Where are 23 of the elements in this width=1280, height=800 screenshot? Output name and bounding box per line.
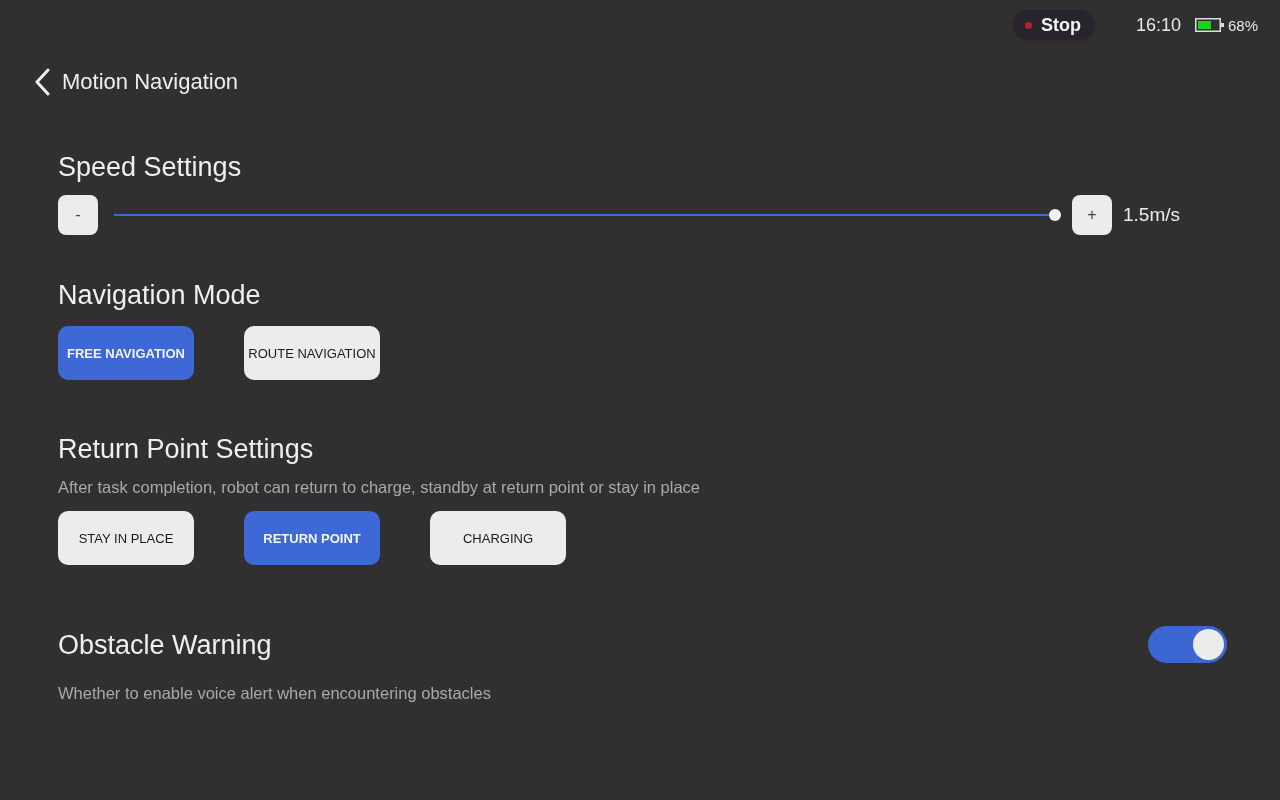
section-heading: Speed Settings [58, 151, 242, 183]
battery-icon [1194, 18, 1224, 32]
dot-icon [1024, 21, 1032, 29]
slider-thumb[interactable] [1048, 209, 1061, 221]
return-option-button[interactable]: CHARGING [430, 511, 566, 565]
speed-reading: 1.5m/s [1122, 204, 1180, 226]
back-chevron-icon[interactable] [34, 68, 50, 96]
page-title: Motion Navigation [62, 69, 239, 95]
section-heading: Navigation Mode [58, 279, 261, 311]
mode-option-button[interactable]: ROUTE NAVIGATION [244, 326, 380, 380]
battery-percent: 68% [1227, 16, 1258, 34]
clock-time: 16:10 [1135, 14, 1181, 36]
toggle-switch[interactable] [1148, 626, 1227, 663]
return-option-button[interactable]: RETURN POINT [244, 511, 380, 565]
stop-button[interactable]: Stop [1011, 9, 1096, 41]
section-heading: Return Point Settings [58, 433, 314, 465]
section-description: Whether to enable voice alert when encountering obstacles [58, 683, 491, 703]
mode-option-button[interactable]: FREE NAVIGATION [58, 326, 194, 380]
increase-button[interactable]: + [1071, 195, 1112, 235]
section-description: After task completion, robot can return to charge, standby at return point or stay in place [58, 477, 700, 497]
return-option-button[interactable]: STAY IN PLACE [58, 511, 194, 565]
decrease-button[interactable]: - [58, 195, 98, 235]
section-heading: Obstacle Warning [58, 628, 272, 661]
